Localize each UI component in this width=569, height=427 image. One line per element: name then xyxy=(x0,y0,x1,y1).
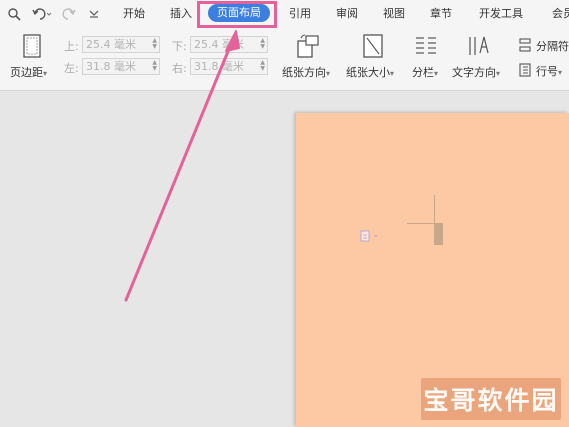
annotation-arrow xyxy=(124,30,240,302)
